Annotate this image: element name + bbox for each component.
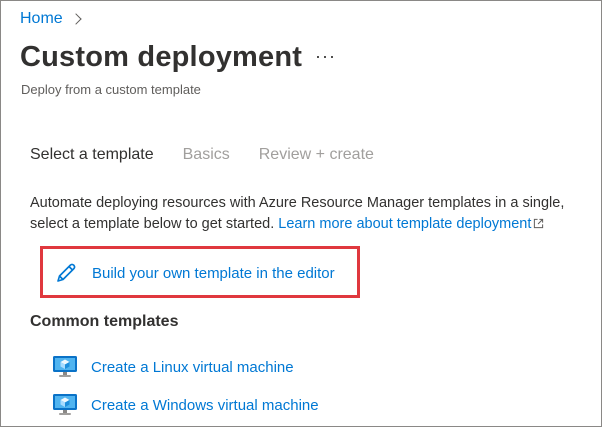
virtual-machine-icon bbox=[53, 394, 77, 415]
tab-review-create[interactable]: Review + create bbox=[259, 146, 374, 164]
create-linux-vm-link[interactable]: Create a Linux virtual machine bbox=[91, 359, 294, 376]
description-line-1: Automate deploying resources with Azure … bbox=[30, 195, 565, 211]
description-line-2: select a template below to get started. bbox=[30, 216, 275, 232]
description: Automate deploying resources with Azure … bbox=[30, 193, 564, 235]
chevron-right-icon bbox=[70, 13, 82, 25]
learn-more-link[interactable]: Learn more about template deployment bbox=[278, 216, 544, 232]
learn-more-label: Learn more about template deployment bbox=[278, 216, 532, 232]
more-options-button[interactable]: ··· bbox=[315, 47, 336, 65]
common-templates-heading: Common templates bbox=[30, 313, 179, 330]
breadcrumb: Home bbox=[20, 10, 82, 28]
custom-deployment-blade: Home Custom deployment ··· Deploy from a… bbox=[0, 0, 602, 427]
create-windows-vm-link[interactable]: Create a Windows virtual machine bbox=[91, 397, 319, 414]
build-own-template-option[interactable]: Build your own template in the editor bbox=[40, 246, 360, 298]
external-link-icon bbox=[534, 218, 544, 229]
tab-select-a-template[interactable]: Select a template bbox=[30, 146, 154, 164]
page-title: Custom deployment bbox=[20, 41, 303, 73]
build-own-template-link[interactable]: Build your own template in the editor bbox=[92, 265, 335, 282]
wizard-tabs: Select a template Basics Review + create bbox=[30, 146, 403, 164]
template-windows-vm[interactable]: Create a Windows virtual machine bbox=[52, 393, 319, 417]
tab-basics[interactable]: Basics bbox=[183, 146, 230, 164]
page-subtitle: Deploy from a custom template bbox=[21, 82, 201, 97]
breadcrumb-home-link[interactable]: Home bbox=[20, 10, 63, 28]
template-linux-vm[interactable]: Create a Linux virtual machine bbox=[52, 355, 294, 379]
virtual-machine-icon bbox=[53, 356, 77, 377]
pencil-icon bbox=[57, 263, 76, 282]
